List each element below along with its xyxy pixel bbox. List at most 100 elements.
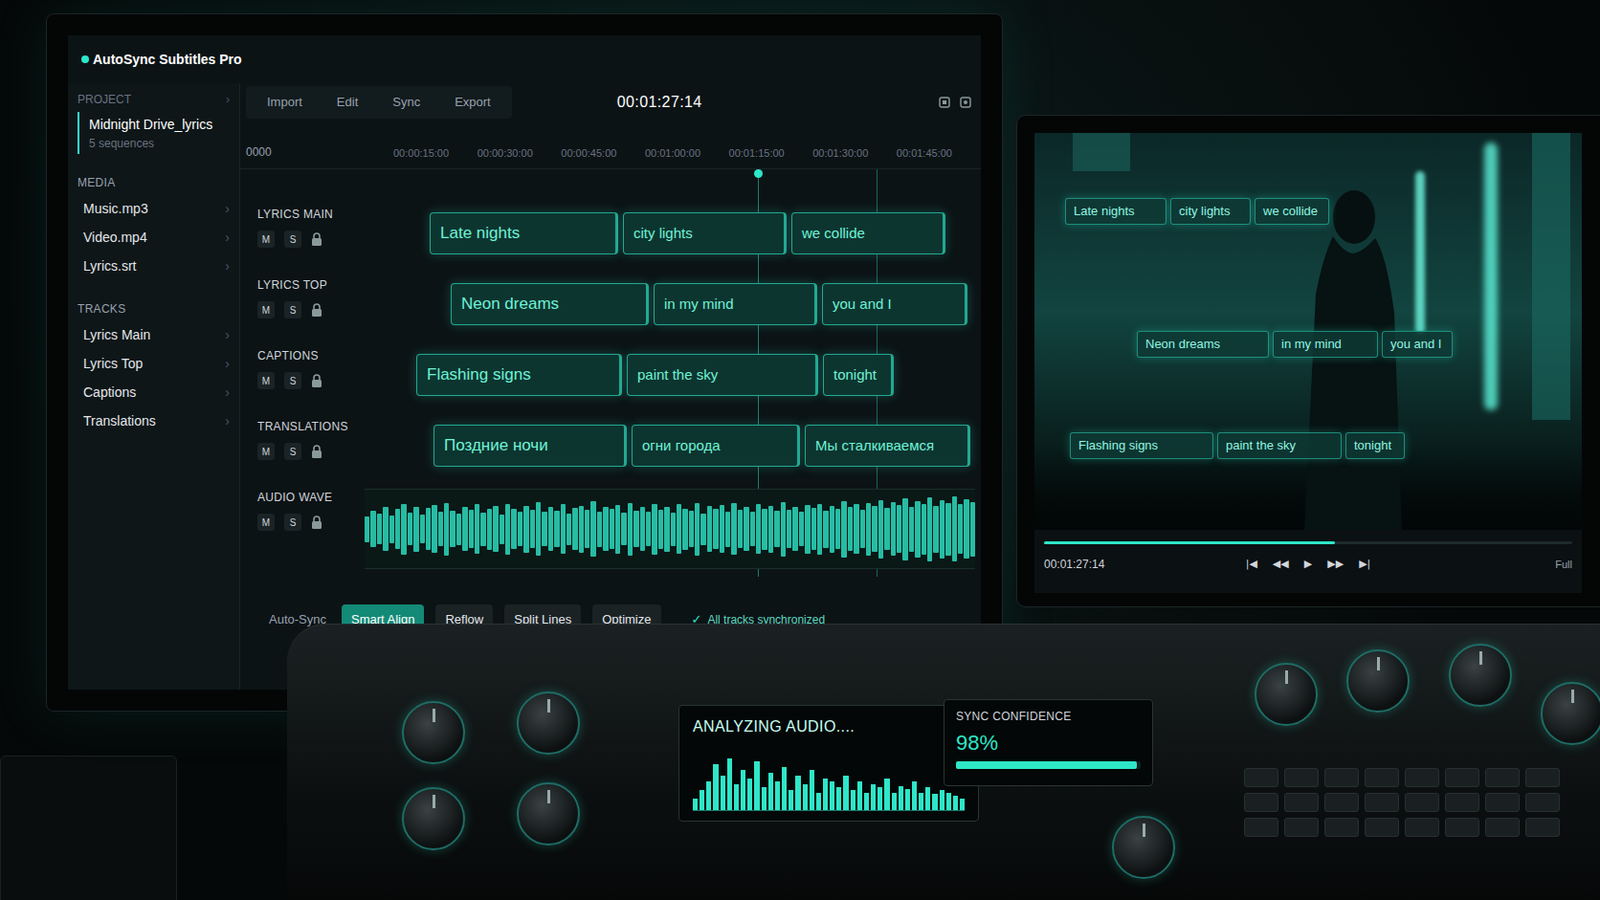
subtitle-clip[interactable]: Поздние ночи: [433, 424, 627, 467]
console-key[interactable]: [1525, 768, 1560, 788]
subtitle-clip[interactable]: paint the sky: [626, 354, 819, 397]
lock-icon[interactable]: [311, 232, 323, 246]
display-wave-bar: [939, 790, 945, 811]
console-key[interactable]: [1485, 793, 1520, 813]
console-key[interactable]: [1364, 768, 1400, 788]
subtitle-clip[interactable]: Мы сталкиваемся: [804, 424, 971, 467]
wave-bar: [676, 504, 682, 555]
subtitle-clip[interactable]: we collide: [791, 212, 946, 255]
console-key[interactable]: [1444, 768, 1480, 788]
mute-button[interactable]: M: [257, 230, 275, 248]
progress-track[interactable]: [1044, 541, 1573, 545]
console-key[interactable]: [1525, 818, 1560, 838]
sidebar-item[interactable]: Music.mp3›: [77, 194, 230, 223]
console-key[interactable]: [1485, 818, 1520, 838]
track-name: LYRICS TOP: [257, 276, 365, 294]
subtitle-clip[interactable]: огни города: [631, 424, 800, 467]
menu-tab[interactable]: Sync: [375, 92, 438, 112]
sidebar-item[interactable]: Lyrics.srt›: [77, 251, 230, 281]
playhead-handle[interactable]: [754, 169, 763, 178]
solo-button[interactable]: S: [284, 513, 302, 532]
knob[interactable]: [1448, 644, 1512, 708]
subtitle-clip[interactable]: tonight: [822, 354, 894, 397]
solo-button[interactable]: S: [284, 372, 302, 390]
wave-bar: [523, 506, 529, 554]
console-key[interactable]: [1404, 818, 1440, 838]
track-header: LYRICS TOP MS: [240, 268, 365, 340]
knob[interactable]: [1346, 649, 1410, 713]
knob[interactable]: [516, 691, 580, 756]
console-key[interactable]: [1444, 818, 1480, 838]
mute-button[interactable]: M: [257, 301, 275, 319]
sidebar-item[interactable]: Lyrics Main›: [77, 320, 230, 350]
waveform[interactable]: [364, 488, 976, 570]
knob-indicator: [1377, 657, 1380, 671]
subtitle-clip[interactable]: Neon dreams: [450, 283, 649, 326]
sidebar-item[interactable]: Translations›: [77, 406, 230, 436]
mute-button[interactable]: M: [257, 513, 275, 532]
transport-button[interactable]: ◀◀: [1272, 556, 1289, 574]
solo-button[interactable]: S: [284, 301, 302, 319]
console-key[interactable]: [1324, 768, 1359, 788]
lock-icon[interactable]: [311, 444, 323, 459]
console-key[interactable]: [1364, 818, 1400, 838]
lock-icon[interactable]: [311, 303, 323, 317]
settings-icon[interactable]: [959, 96, 972, 109]
subtitle-clip[interactable]: Flashing signs: [416, 354, 623, 397]
transport-button[interactable]: ▶: [1304, 556, 1312, 574]
subtitle-clip[interactable]: in my mind: [653, 283, 818, 326]
subtitle-clip[interactable]: city lights: [622, 212, 787, 255]
wave-bar: [554, 511, 559, 548]
wave-bar: [492, 506, 498, 553]
console-key[interactable]: [1244, 793, 1279, 813]
lock-icon[interactable]: [311, 515, 323, 530]
knob[interactable]: [401, 787, 466, 851]
subtitle-line: Flashing signspaint the skytonight: [1069, 432, 1405, 460]
subtitle-clip[interactable]: Late nights: [429, 212, 619, 255]
console-key[interactable]: [1284, 768, 1319, 788]
transport-button[interactable]: |◀: [1245, 556, 1258, 574]
track-name: LYRICS MAIN: [257, 205, 365, 223]
console-key[interactable]: [1404, 768, 1440, 788]
console-key[interactable]: [1525, 793, 1560, 813]
console-key[interactable]: [1284, 818, 1319, 838]
knob-indicator: [547, 699, 551, 713]
project-item[interactable]: Midnight Drive_lyrics5 sequences: [77, 111, 230, 155]
mute-button[interactable]: M: [257, 443, 275, 461]
console-key[interactable]: [1244, 768, 1279, 788]
display-wave-bar: [870, 784, 876, 811]
transport-button[interactable]: ▶|: [1358, 556, 1371, 574]
snapshot-icon[interactable]: [938, 96, 951, 109]
console-key[interactable]: [1364, 793, 1400, 813]
solo-button[interactable]: S: [284, 230, 302, 248]
knob[interactable]: [401, 701, 466, 765]
console-key[interactable]: [1404, 793, 1440, 813]
lock-icon[interactable]: [311, 374, 323, 388]
console-key[interactable]: [1444, 793, 1480, 813]
menu-tab[interactable]: Edit: [319, 92, 376, 112]
knob[interactable]: [1111, 816, 1176, 880]
controls-row: 00:01:27:14|◀◀◀▶▶▶▶|Full: [1044, 555, 1573, 574]
console-key[interactable]: [1485, 768, 1520, 788]
left-monitor: AutoSync Subtitles ProPROJECT›Midnight D…: [45, 13, 1003, 712]
sidebar-item[interactable]: Lyrics Top›: [77, 349, 230, 378]
console-key[interactable]: [1244, 818, 1279, 838]
knob[interactable]: [516, 782, 580, 846]
sidebar-item[interactable]: Video.mp4›: [77, 222, 230, 252]
solo-button[interactable]: S: [284, 443, 302, 461]
console-key[interactable]: [1324, 793, 1359, 813]
analysis-display: ANALYZING AUDIO....: [678, 705, 979, 823]
console-key[interactable]: [1284, 793, 1319, 813]
size-button[interactable]: Full: [1428, 556, 1573, 574]
menu-tab[interactable]: Export: [437, 92, 509, 112]
menu-tab[interactable]: Import: [249, 92, 320, 112]
knob[interactable]: [1254, 663, 1318, 727]
console-key[interactable]: [1324, 818, 1359, 838]
wave-bar: [909, 507, 914, 553]
transport-button[interactable]: ▶▶: [1327, 556, 1344, 574]
mute-button[interactable]: M: [257, 372, 275, 390]
subtitle-clip[interactable]: you and I: [822, 283, 968, 326]
knob-indicator: [432, 795, 436, 809]
sidebar-item[interactable]: Captions›: [77, 377, 230, 407]
knob[interactable]: [1540, 682, 1600, 746]
